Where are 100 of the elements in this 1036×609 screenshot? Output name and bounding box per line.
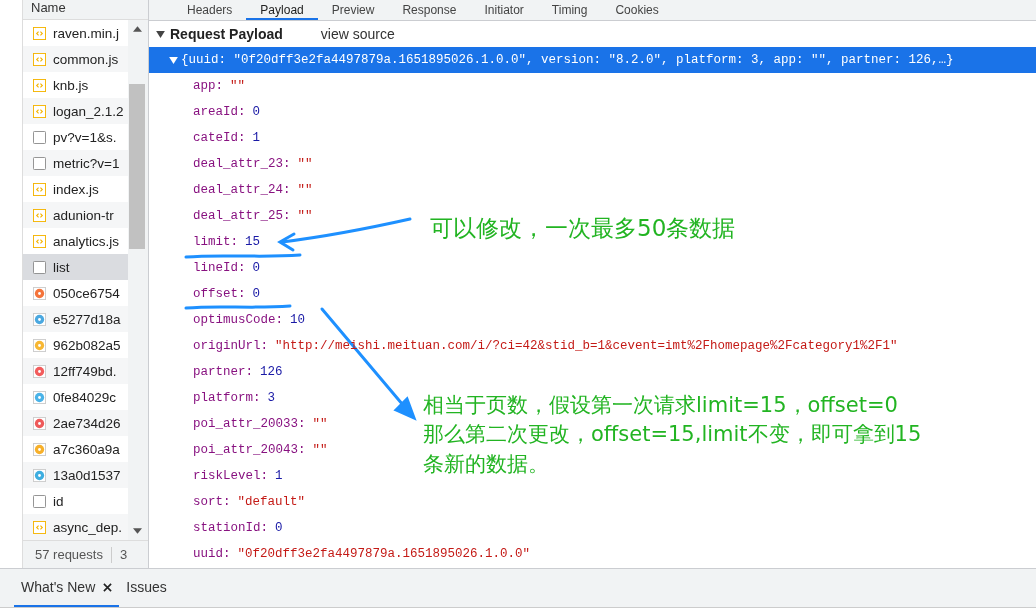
request-item[interactable]: 13a0d1537 xyxy=(23,462,128,488)
field-value: 126 xyxy=(260,365,283,379)
field-key: cateId: xyxy=(193,131,246,145)
field-key: poi_attr_20033: xyxy=(193,417,306,431)
request-item[interactable]: e5277d18a xyxy=(23,306,128,332)
collapse-triangle-icon[interactable] xyxy=(156,30,165,38)
script-file-icon xyxy=(33,182,46,196)
field-key: uuid: xyxy=(193,547,231,561)
field-value: 0 xyxy=(252,287,261,301)
annotation-text: 可以修改，一次最多50条数据 xyxy=(430,214,736,243)
tab[interactable]: Response xyxy=(388,0,471,20)
field-key: stationId: xyxy=(193,521,268,535)
request-name: 0fe84029c xyxy=(53,389,117,405)
request-name: adunion-tr xyxy=(53,207,114,223)
field-key: offset: xyxy=(193,287,246,301)
script-file-icon xyxy=(33,26,46,40)
column-header[interactable]: Name xyxy=(23,0,148,20)
drawer-tab-label: What's New xyxy=(21,579,96,595)
field-value: "default" xyxy=(237,495,306,509)
section-title: Request Payload xyxy=(170,26,283,42)
tab[interactable]: Initiator xyxy=(470,0,538,20)
request-name: knb.js xyxy=(53,77,89,93)
field-key: sort: xyxy=(193,495,231,509)
script-file-icon xyxy=(33,208,46,222)
document-icon xyxy=(33,260,46,274)
expand-triangle-icon[interactable] xyxy=(169,56,178,64)
field-value: "" xyxy=(230,79,246,93)
field-key: deal_attr_23: xyxy=(193,157,291,171)
field-value: 0 xyxy=(252,261,261,275)
request-item[interactable]: 2ae734d26 xyxy=(23,410,128,436)
status-text: 3 xyxy=(119,547,128,562)
request-item[interactable]: knb.js xyxy=(23,72,128,98)
request-item[interactable]: a7c360a9a xyxy=(23,436,128,462)
annotation-text: 相当于页数，假设第一次请求limit=15，offset=0 那么第二次更改，offset=15,limit不变，即可拿到15 条新的数据。 xyxy=(423,392,922,478)
document-icon xyxy=(33,156,46,170)
field-value: "0f20dff3e2fa4497879a.1651895026.1.0.0" xyxy=(237,547,531,561)
field-value: "" xyxy=(312,417,328,431)
field-value: "" xyxy=(297,209,313,223)
script-file-icon xyxy=(33,52,46,66)
field-key: optimusCode: xyxy=(193,313,283,327)
request-item[interactable]: 0fe84029c xyxy=(23,384,128,410)
script-file-icon xyxy=(33,104,46,118)
payload-summary: {uuid: "0f20dff3e2fa4497879a.1651895026.1.0.0", version: "8.2.0", platform: 3, app: "", partner: 126,…} xyxy=(181,53,954,67)
field-key: deal_attr_25: xyxy=(193,209,291,223)
drawer-tab-label: Issues xyxy=(126,579,167,595)
request-item[interactable]: async_dep. xyxy=(23,514,128,540)
field-value: "" xyxy=(312,443,328,457)
close-icon[interactable] xyxy=(103,582,113,592)
request-name: e5277d18a xyxy=(53,311,121,327)
field-value: 1 xyxy=(252,131,261,145)
request-name: pv?v=1&s. xyxy=(53,129,117,145)
request-name: a7c360a9a xyxy=(53,441,120,457)
script-file-icon xyxy=(33,520,46,534)
request-item[interactable]: common.js xyxy=(23,46,128,72)
field-key: lineId: xyxy=(193,261,246,275)
request-item[interactable]: pv?v=1&s. xyxy=(23,124,128,150)
field-value: "" xyxy=(297,157,313,171)
request-item[interactable]: logan_2.1.2 xyxy=(23,98,128,124)
request-name: 13a0d1537 xyxy=(53,467,121,483)
request-name: metric?v=1 xyxy=(53,155,120,171)
request-name: list xyxy=(53,259,70,275)
request-item[interactable]: raven.min.j xyxy=(23,20,128,46)
request-count: 57 requests xyxy=(35,547,103,562)
drawer-tab[interactable]: Issues xyxy=(119,569,174,607)
field-value: 0 xyxy=(275,521,283,535)
tab[interactable]: Headers xyxy=(173,0,247,20)
payload-summary-row[interactable]: {uuid: "0f20dff3e2fa4497879a.1651895026.1.0.0", version: "8.2.0", platform: 3, app: "", partner: 126,…} xyxy=(149,47,1036,73)
field-key: poi_attr_20043: xyxy=(193,443,306,457)
request-name: 2ae734d26 xyxy=(53,415,121,431)
script-file-icon xyxy=(33,78,46,92)
request-item[interactable]: list xyxy=(23,254,128,280)
request-name: raven.min.j xyxy=(53,25,120,41)
script-file-icon xyxy=(33,234,46,248)
tab[interactable]: Cookies xyxy=(601,0,673,20)
field-value: 10 xyxy=(290,313,306,327)
request-name: analytics.js xyxy=(53,233,120,249)
request-item[interactable]: adunion-tr xyxy=(23,202,128,228)
request-item[interactable]: 050ce6754 xyxy=(23,280,128,306)
request-item[interactable]: analytics.js xyxy=(23,228,128,254)
request-item[interactable]: 12ff749bd. xyxy=(23,358,128,384)
request-item[interactable]: id xyxy=(23,488,128,514)
scroll-up-icon[interactable] xyxy=(132,26,142,32)
tab[interactable]: Timing xyxy=(537,0,602,20)
field-key: deal_attr_24: xyxy=(193,183,291,197)
field-key: partner: xyxy=(193,365,253,379)
request-item[interactable]: 962b082a5 xyxy=(23,332,128,358)
request-name: async_dep. xyxy=(53,519,123,535)
field-key: platform: xyxy=(193,391,261,405)
tab[interactable]: Payload xyxy=(246,0,318,20)
tab[interactable]: Preview xyxy=(317,0,389,20)
view-source-link[interactable]: view source xyxy=(320,26,395,42)
field-value: 0 xyxy=(252,105,261,119)
request-name: index.js xyxy=(53,181,99,197)
field-key: app: xyxy=(193,79,223,93)
drawer-tab[interactable]: What's New xyxy=(14,569,120,607)
document-icon xyxy=(33,130,46,144)
request-item[interactable]: index.js xyxy=(23,176,128,202)
request-item[interactable]: metric?v=1 xyxy=(23,150,128,176)
field-key: areaId: xyxy=(193,105,246,119)
scroll-down-icon[interactable] xyxy=(132,528,142,534)
